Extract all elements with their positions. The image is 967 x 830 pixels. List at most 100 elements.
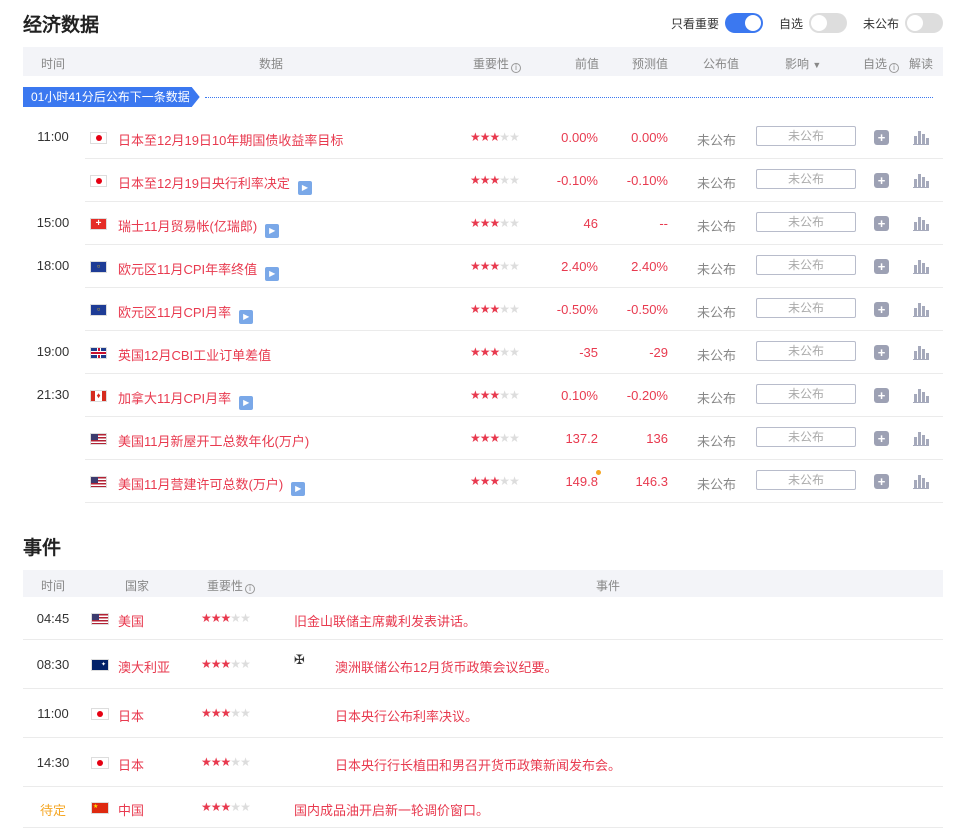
star-icon: ★ <box>210 656 222 671</box>
previous-value: 46 <box>583 216 598 231</box>
previous-value: -0.10% <box>556 173 598 188</box>
add-watch-button[interactable]: + <box>874 388 889 403</box>
col-impact[interactable]: 影响 ▼ <box>785 55 821 72</box>
add-watch-button[interactable]: + <box>874 173 889 188</box>
col-data: 数据 <box>259 57 284 71</box>
bar-chart-icon[interactable] <box>913 345 929 360</box>
indicator-name[interactable]: 美国11月新屋开工总数年化(万户) <box>118 431 309 450</box>
event-text[interactable]: 日本央行行长植田和男召开货币政策新闻发布会。 <box>335 755 621 774</box>
add-watch-button[interactable]: + <box>874 474 889 489</box>
event-text[interactable]: 澳洲联储公布12月货币政策会议纪要。 <box>335 657 557 676</box>
video-icon[interactable]: ▶ <box>297 181 312 195</box>
video-icon[interactable]: ▶ <box>265 267 280 281</box>
info-icon[interactable]: i <box>511 63 522 73</box>
published-value: 未公布 <box>697 133 737 148</box>
star-icon: ★ <box>499 302 510 316</box>
importance-stars: ★★★★★ <box>470 302 520 316</box>
impact-box: 未公布 <box>756 341 856 361</box>
star-icon: ★ <box>240 705 251 720</box>
event-time: 11:00 <box>37 705 69 721</box>
star-icon: ★ <box>509 216 520 230</box>
importance-stars: ★★★★★ <box>201 705 251 720</box>
bar-chart-icon[interactable] <box>913 130 929 145</box>
event-country: 中国 <box>118 802 145 818</box>
video-icon[interactable]: ▶ <box>265 224 280 238</box>
add-watch-button[interactable]: + <box>874 259 889 274</box>
toggle-unpublished[interactable] <box>905 13 943 33</box>
indicator-name[interactable]: 日本至12月19日10年期国债收益率目标 <box>118 130 343 149</box>
star-icon: ★ <box>479 216 491 230</box>
toggle-important[interactable] <box>724 13 763 33</box>
bar-chart-icon[interactable] <box>913 173 929 188</box>
indicator-label: 欧元区11月CPI年率终值 <box>118 262 258 277</box>
info-icon[interactable]: i <box>889 63 900 73</box>
col-watch-label: 自选 <box>863 57 888 71</box>
indicator-name[interactable]: 英国12月CBI工业订单差值 <box>118 345 271 364</box>
table-row: 美国11月营建许可总数(万户) ▶ ★★★★★ 149.8 146.3 未公布 未公布 + <box>85 460 943 503</box>
bar-chart-icon[interactable] <box>913 302 929 317</box>
info-icon[interactable]: i <box>245 584 256 594</box>
star-icon: ★ <box>509 345 520 359</box>
star-icon: ★ <box>499 474 510 488</box>
importance-stars: ★★★★★ <box>470 173 520 187</box>
video-icon[interactable]: ▶ <box>239 396 254 410</box>
previous-value: 2.40% <box>561 259 598 274</box>
star-icon: ★ <box>489 302 501 316</box>
add-watch-button[interactable]: + <box>874 302 889 317</box>
divider <box>205 97 933 98</box>
bar-chart-icon[interactable] <box>913 216 929 231</box>
star-icon: ★ <box>509 474 520 488</box>
add-watch-button[interactable]: + <box>874 345 889 360</box>
bar-chart-icon[interactable] <box>913 388 929 403</box>
star-icon: ★ <box>479 259 491 273</box>
indicator-name[interactable]: 美国11月营建许可总数(万户) ▶ <box>118 474 306 496</box>
event-country: 美国 <box>118 613 145 629</box>
table-header: 时间 数据 重要性 i 前值 预测值 公布值 影响 ▼ 自选 i 解读 <box>23 47 943 76</box>
bar-chart-icon[interactable] <box>913 474 929 489</box>
add-watch-button[interactable]: + <box>874 431 889 446</box>
toggle-watchlist[interactable] <box>808 13 847 33</box>
impact-box: 未公布 <box>756 384 856 404</box>
forecast-value: -- <box>659 216 668 231</box>
star-icon: ★ <box>479 302 491 316</box>
indicator-name[interactable]: 日本至12月19日央行利率决定 ▶ <box>118 173 312 195</box>
event-row: 04:45 美国 ★★★★★ 旧金山联储主席戴利发表讲话。 <box>23 597 943 640</box>
video-icon[interactable]: ▶ <box>291 482 306 496</box>
importance-stars: ★★★★★ <box>470 130 520 144</box>
impact-box: 未公布 <box>756 427 856 447</box>
event-text[interactable]: 国内成品油开启新一轮调价窗口。 <box>294 800 489 819</box>
star-icon: ★ <box>220 705 232 720</box>
bar-chart-icon[interactable] <box>913 431 929 446</box>
flag-eu-icon: ○ <box>90 261 107 273</box>
indicator-name[interactable]: 欧元区11月CPI月率 ▶ <box>118 302 254 324</box>
impact-box: 未公布 <box>756 169 856 189</box>
star-icon: ★ <box>489 130 501 144</box>
star-icon: ★ <box>509 388 520 402</box>
star-icon: ★ <box>210 705 222 720</box>
col-time: 时间 <box>41 579 66 593</box>
star-icon: ★ <box>201 799 212 814</box>
published-value: 未公布 <box>697 391 737 406</box>
star-icon: ★ <box>201 656 212 671</box>
indicator-name[interactable]: 加拿大11月CPI月率 ▶ <box>118 388 254 410</box>
col-prev: 前值 <box>575 57 600 71</box>
star-icon: ★ <box>509 173 520 187</box>
video-icon[interactable]: ▶ <box>239 310 254 324</box>
star-icon: ★ <box>470 302 481 316</box>
event-text[interactable]: 旧金山联储主席戴利发表讲话。 <box>294 611 476 630</box>
add-watch-button[interactable]: + <box>874 216 889 231</box>
indicator-name[interactable]: 欧元区11月CPI年率终值 ▶ <box>118 259 280 281</box>
indicator-label: 美国11月新屋开工总数年化(万户) <box>118 434 310 449</box>
star-icon: ★ <box>489 345 501 359</box>
bar-chart-icon[interactable] <box>913 259 929 274</box>
star-icon: ★ <box>470 130 481 144</box>
indicator-name[interactable]: 瑞士11月贸易帐(亿瑞郎) ▶ <box>118 216 280 238</box>
toggle-label-important: 只看重要 <box>670 16 719 31</box>
caret-down-icon: ▼ <box>812 60 822 70</box>
release-time: 21:30 <box>36 387 70 402</box>
add-watch-button[interactable]: + <box>874 130 889 145</box>
event-time: 待定 <box>39 802 66 818</box>
event-text[interactable]: 日本央行公布利率决议。 <box>335 706 478 725</box>
star-icon: ★ <box>499 388 510 402</box>
filter-toggles: 只看重要 自选 未公布 <box>671 13 943 33</box>
